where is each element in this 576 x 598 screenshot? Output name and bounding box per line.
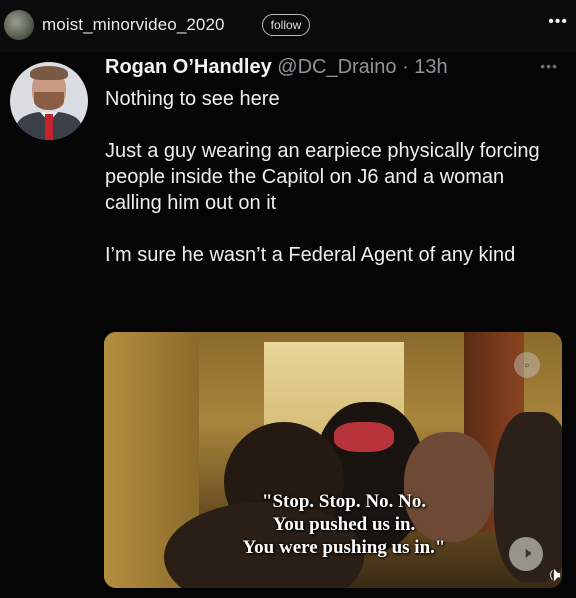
- author-name: Rogan O’Handley: [105, 56, 272, 78]
- tweet-paragraph: I’m sure he wasn’t a Federal Agent of an…: [105, 244, 516, 266]
- poster-username[interactable]: moist_minorvideo_2020: [42, 15, 225, 35]
- tweet-text: Nothing to see here Just a guy wearing a…: [105, 86, 555, 294]
- author-avatar: [10, 62, 88, 140]
- speaker-icon[interactable]: 🕩: [548, 564, 561, 587]
- embedded-video[interactable]: ▫ "Stop. Stop. No. No. You pushed us in.…: [104, 332, 562, 588]
- post-header: moist_minorvideo_2020 follow •••: [0, 0, 576, 53]
- caption-line: You pushed us in.: [272, 514, 416, 535]
- follow-button[interactable]: follow: [262, 14, 310, 36]
- video-caption: "Stop. Stop. No. No. You pushed us in. Y…: [164, 490, 524, 559]
- more-options-icon[interactable]: •••: [548, 13, 568, 31]
- tweet-paragraph: Just a guy wearing an earpiece physicall…: [105, 140, 540, 214]
- author-handle: @DC_Draino: [277, 56, 397, 78]
- video-badge-icon: ▫: [514, 352, 540, 378]
- caption-line: You were pushing us in.": [242, 537, 446, 558]
- tweet-more-icon: •••: [540, 58, 558, 74]
- video-speaker-icon[interactable]: 🕨: [509, 537, 543, 571]
- poster-avatar[interactable]: [4, 10, 34, 40]
- tweet-time: · 13h: [402, 56, 448, 78]
- caption-line: "Stop. Stop. No. No.: [261, 491, 427, 512]
- tweet-screenshot: Rogan O’Handley @DC_Draino · 13h ••• Not…: [0, 52, 576, 598]
- tweet-author-line: Rogan O’Handley @DC_Draino · 13h: [105, 56, 448, 79]
- tweet-paragraph: Nothing to see here: [105, 88, 280, 110]
